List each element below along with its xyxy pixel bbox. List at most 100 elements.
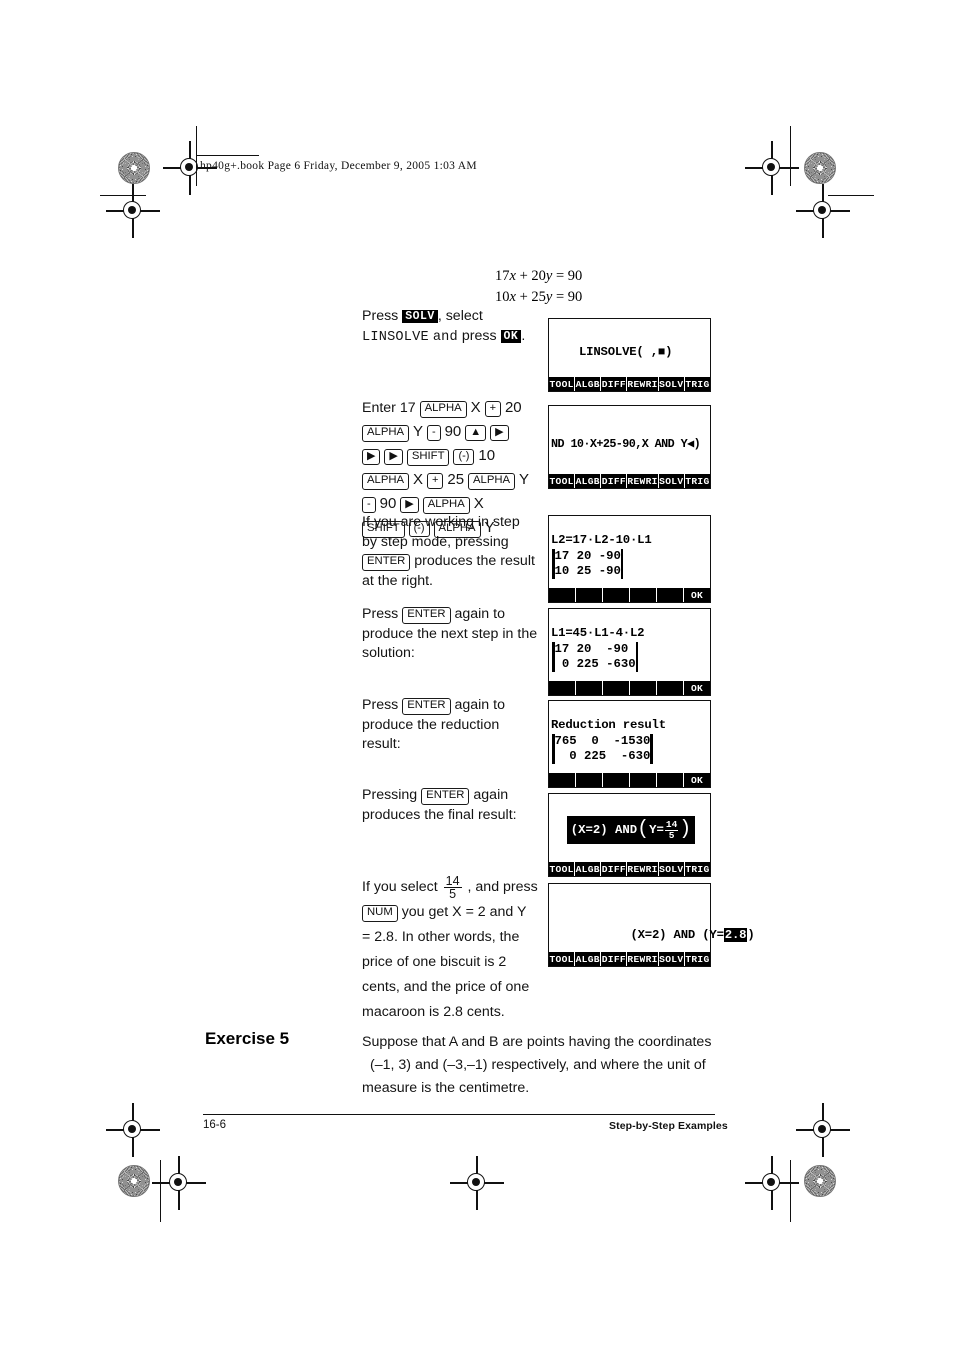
softkey-ok[interactable]: OK	[684, 681, 710, 695]
softkey-algb[interactable]: ALGB	[575, 474, 602, 488]
softkey-ok[interactable]: OK	[684, 588, 710, 602]
enter-key[interactable]: ENTER	[362, 554, 411, 571]
softkey-tool[interactable]: TOOL	[549, 952, 576, 966]
shift-key[interactable]: SHIFT	[406, 449, 450, 466]
equation-line-1: 17x + 20y = 90	[495, 266, 582, 287]
enter-key[interactable]: ENTER	[421, 788, 470, 805]
screen3-matrix: 17 20 -90 10 25 -90	[552, 549, 624, 579]
matrix-row: 0 225 -630	[554, 749, 651, 763]
equation-line-2: 10x + 25y = 90	[495, 287, 582, 308]
eq1-mid: + 20	[515, 268, 546, 284]
open-paren: (	[637, 818, 650, 841]
softkey-blank	[630, 588, 657, 602]
right-arrow-key[interactable]: ▶	[384, 449, 403, 465]
exercise-heading: Exercise 5	[205, 1029, 290, 1048]
step-mode-line-3: produces the result	[414, 553, 535, 569]
fraction-14-over-5: 14 5	[443, 875, 462, 901]
softkey-blank	[549, 588, 576, 602]
softkey-diff[interactable]: DIFF	[601, 862, 628, 876]
minus-key[interactable]: -	[426, 425, 441, 441]
softkey-ok[interactable]: OK	[684, 773, 710, 787]
number-25: 25	[447, 471, 465, 488]
softkey-algb[interactable]: ALGB	[575, 952, 602, 966]
softkey-blank	[630, 773, 657, 787]
alpha-key[interactable]: ALPHA	[362, 425, 410, 442]
soft-key-bar: TOOL ALGB DIFF REWRI SOLV TRIG	[549, 474, 710, 488]
alpha-key[interactable]: ALPHA	[362, 473, 410, 490]
plus-key[interactable]: +	[426, 473, 444, 489]
num-key[interactable]: NUM	[362, 905, 398, 922]
alpha-key[interactable]: ALPHA	[419, 401, 467, 418]
screen5-matrix: 765 0 -1530 0 225 -630	[552, 734, 653, 764]
softkey-rewri[interactable]: REWRI	[627, 952, 659, 966]
softkey-tool[interactable]: TOOL	[549, 862, 576, 876]
step-mode-line-1: If you are working in step	[362, 514, 520, 530]
and-label: and	[432, 329, 458, 345]
plus-key[interactable]: +	[484, 401, 501, 417]
softkey-trig[interactable]: TRIG	[684, 952, 710, 966]
softkey-trig[interactable]: TRIG	[684, 377, 710, 391]
footer-section-title: Step-by-Step Examples	[609, 1120, 728, 1132]
softkey-solv[interactable]: SOLV	[658, 377, 685, 391]
screen5-title: Reduction result	[551, 718, 666, 732]
softkey-diff[interactable]: DIFF	[601, 952, 628, 966]
softkey-blank	[630, 681, 657, 695]
press-label-2: press	[461, 327, 497, 344]
y-variable: Y	[519, 471, 530, 488]
screen6-prefix: (X=2) AND	[570, 823, 638, 837]
minus-key[interactable]: -	[362, 497, 376, 513]
paragraph-press-solv: Press SOLV, select LINSOLVE and press OK…	[362, 307, 552, 347]
matrix-row: 17 20 -90	[554, 642, 629, 656]
softkey-rewri[interactable]: REWRI	[627, 474, 659, 488]
up-arrow-key[interactable]: ▲	[465, 425, 487, 441]
paragraph-step-by-step: If you are working in step by step mode,…	[362, 513, 542, 591]
next-step-line-2: produce the next step in the	[362, 625, 538, 642]
paragraph-reduction: Press ENTER again to produce the reducti…	[362, 696, 542, 755]
eq2-rhs: = 90	[552, 289, 583, 305]
screen6-highlighted-result: (X=2) AND (Y= 14 5)	[567, 816, 695, 844]
softkey-diff[interactable]: DIFF	[601, 474, 628, 488]
paragraph-final-result: Pressing ENTER again produces the final …	[362, 786, 542, 825]
softkey-trig[interactable]: TRIG	[684, 862, 710, 876]
registration-mark-upper-left	[106, 184, 160, 238]
number-90: 90	[379, 495, 397, 512]
and-press-label: , and press	[467, 879, 538, 895]
fraction-denominator: 5	[449, 887, 457, 901]
halftone-dot-top-right	[804, 152, 836, 184]
softkey-tool[interactable]: TOOL	[549, 377, 576, 391]
close-paren: )	[679, 818, 692, 841]
softkey-rewri[interactable]: REWRI	[627, 862, 659, 876]
footer-rule	[203, 1114, 715, 1116]
final-result-line-2: produces the final result:	[362, 806, 517, 823]
paragraph-next-step: Press ENTER again to produce the next st…	[362, 605, 542, 664]
right-arrow-key[interactable]: ▶	[400, 497, 419, 513]
softkey-tool[interactable]: TOOL	[549, 474, 576, 488]
softkey-solv[interactable]: SOLV	[658, 952, 685, 966]
alpha-key[interactable]: ALPHA	[422, 497, 470, 514]
softkey-solv[interactable]: SOLV	[658, 862, 685, 876]
press-label: Press	[362, 308, 399, 324]
softkey-algb[interactable]: ALGB	[575, 377, 602, 391]
right-arrow-key[interactable]: ▶	[490, 425, 509, 441]
negate-key[interactable]: (-)	[453, 449, 475, 465]
enter-key[interactable]: ENTER	[402, 607, 451, 624]
eq1-rhs: = 90	[552, 268, 583, 284]
softkey-diff[interactable]: DIFF	[601, 377, 628, 391]
softkey-trig[interactable]: TRIG	[684, 474, 710, 488]
matrix-row: 17 20 -90	[554, 549, 621, 563]
right-arrow-key[interactable]: ▶	[362, 449, 381, 465]
alpha-key[interactable]: ALPHA	[468, 473, 516, 490]
softkey-solv[interactable]: SOLV	[658, 474, 685, 488]
enter-key[interactable]: ENTER	[402, 698, 451, 715]
crop-line-bottom-left-vertical	[160, 1160, 162, 1222]
document-page: hp40g+.book Page 6 Friday, December 9, 2…	[0, 0, 954, 1350]
calculator-screen-final-numeric: (X=2) AND (Y=2.8) TOOL ALGB DIFF REWRI S…	[548, 883, 755, 967]
soft-key-bar: TOOL ALGB DIFF REWRI SOLV TRIG	[549, 862, 710, 876]
softkey-algb[interactable]: ALGB	[575, 862, 602, 876]
screen2-text: ND 10·X+25-90,X AND Y◀)	[551, 437, 701, 451]
softkey-rewri[interactable]: REWRI	[627, 377, 659, 391]
eq2-mid: + 25	[515, 289, 546, 305]
x-variable: X	[413, 471, 424, 488]
matrix-row: 0 225 -630	[554, 657, 636, 671]
crop-line-top-left-vertical	[196, 126, 198, 186]
